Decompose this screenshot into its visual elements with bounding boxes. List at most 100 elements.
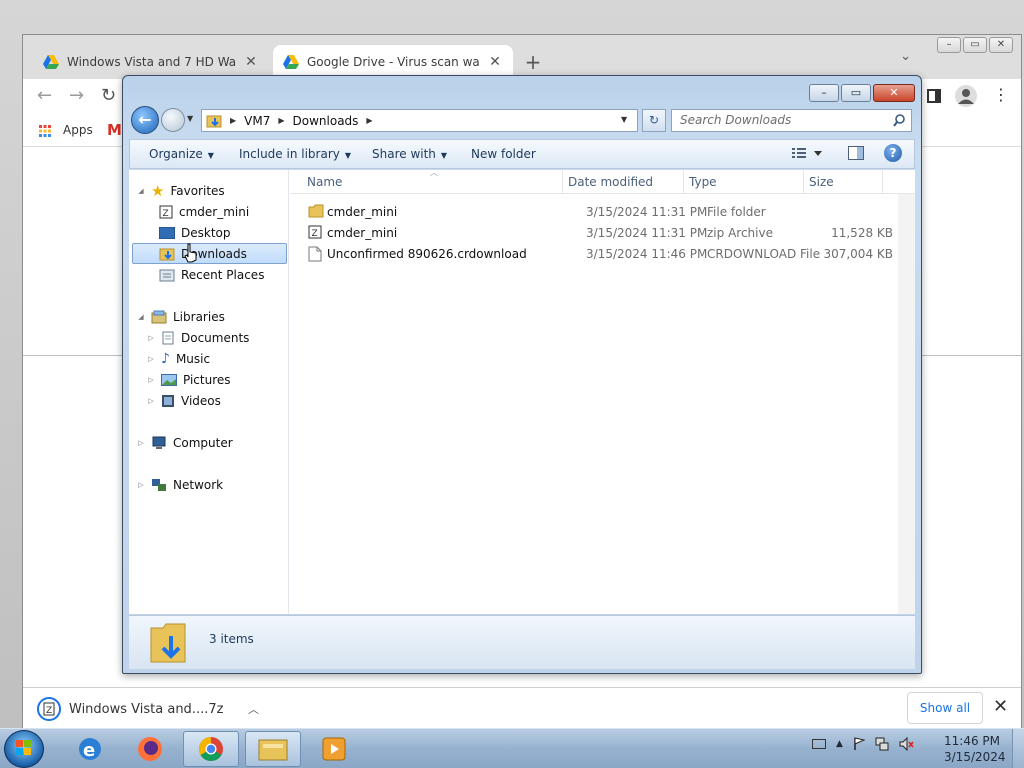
include-in-library-menu[interactable]: Include in library ▼: [239, 147, 351, 161]
videos-icon: [161, 394, 175, 408]
forward-arrow-icon[interactable]: →: [69, 85, 84, 106]
network-tray-icon[interactable]: [875, 737, 889, 751]
search-input[interactable]: Search Downloads: [671, 109, 912, 132]
file-row[interactable]: Z cmder_mini 3/15/2024 11:31 PM zip Arch…: [308, 223, 908, 244]
download-bar: Z Windows Vista and....7z ︿ Show all ✕: [23, 687, 1021, 729]
share-with-menu[interactable]: Share with ▼: [372, 147, 447, 161]
collapse-triangle-icon[interactable]: ◢: [137, 187, 145, 195]
media-player-icon[interactable]: [306, 731, 362, 767]
file-explorer-icon[interactable]: [245, 731, 301, 767]
search-icon[interactable]: [893, 114, 906, 127]
maximize-button[interactable]: ▭: [841, 84, 871, 102]
side-panel-icon[interactable]: [927, 89, 941, 103]
close-tab-icon[interactable]: ✕: [243, 54, 259, 70]
volume-muted-icon[interactable]: [899, 737, 915, 751]
close-button[interactable]: ✕: [873, 84, 915, 102]
new-tab-button[interactable]: +: [519, 49, 547, 77]
expand-triangle-icon[interactable]: ▷: [137, 439, 145, 447]
tab-search-chevron-icon[interactable]: ⌄: [900, 49, 911, 64]
expand-triangle-icon[interactable]: ▷: [147, 397, 155, 405]
google-drive-icon: [283, 55, 299, 69]
chrome-icon[interactable]: [183, 731, 239, 767]
file-row[interactable]: Unconfirmed 890626.crdownload 3/15/2024 …: [308, 244, 908, 265]
nav-label: Music: [175, 351, 211, 366]
column-divider[interactable]: [683, 170, 684, 194]
back-arrow-icon[interactable]: ←: [131, 106, 159, 134]
vertical-scrollbar[interactable]: [898, 194, 915, 614]
internet-explorer-icon[interactable]: e: [62, 731, 118, 767]
close-download-bar-icon[interactable]: ✕: [993, 696, 1008, 717]
download-item[interactable]: Z Windows Vista and....7z ︿: [37, 694, 259, 724]
preview-pane-icon[interactable]: [848, 146, 864, 160]
nav-item-desktop[interactable]: Desktop: [159, 222, 231, 243]
nav-favorites[interactable]: ◢ ★ Favorites: [137, 180, 224, 201]
file-row[interactable]: cmder_mini 3/15/2024 11:31 PM File folde…: [308, 202, 908, 223]
column-divider[interactable]: [882, 170, 883, 194]
view-options-icon[interactable]: [792, 146, 822, 160]
help-icon[interactable]: ?: [884, 144, 902, 162]
organize-label: Organize: [149, 147, 203, 161]
address-bar[interactable]: ▶ VM7 ▶ Downloads ▶: [201, 109, 638, 132]
file-name: Unconfirmed 890626.crdownload: [327, 247, 527, 261]
nav-item-music[interactable]: ▷ ♪ Music: [147, 348, 210, 369]
nav-item-videos[interactable]: ▷ Videos: [147, 390, 221, 411]
column-divider[interactable]: [562, 170, 563, 194]
show-desktop-button[interactable]: [1012, 729, 1024, 768]
chrome-tab-google-drive[interactable]: Google Drive - Virus scan warning ✕: [273, 45, 513, 79]
apps-bookmark[interactable]: Apps: [63, 123, 93, 137]
column-divider[interactable]: [803, 170, 804, 194]
address-history-dropdown-icon[interactable]: ▼: [621, 115, 627, 124]
column-header-name[interactable]: Name: [307, 175, 342, 189]
nav-label: Computer: [173, 435, 233, 450]
breadcrumb-downloads[interactable]: Downloads: [293, 114, 359, 128]
expand-triangle-icon[interactable]: ▷: [147, 376, 155, 384]
column-header-size[interactable]: Size: [809, 175, 834, 189]
chevron-up-icon[interactable]: ︿: [248, 701, 259, 717]
minimize-button[interactable]: –: [809, 84, 839, 102]
expand-triangle-icon[interactable]: ▷: [147, 355, 155, 363]
profile-avatar-icon[interactable]: [955, 85, 977, 107]
clock[interactable]: 11:46 PM 3/15/2024: [944, 733, 1006, 765]
breadcrumb-separator-icon[interactable]: ▶: [230, 116, 236, 125]
breadcrumb-vm7[interactable]: VM7: [244, 114, 270, 128]
refresh-icon[interactable]: ↻: [642, 109, 666, 132]
nav-item-documents[interactable]: ▷ Documents: [147, 327, 249, 348]
expand-triangle-icon[interactable]: ▷: [147, 334, 155, 342]
new-folder-button[interactable]: New folder: [471, 147, 536, 161]
reload-icon[interactable]: ↻: [101, 85, 116, 106]
collapse-triangle-icon[interactable]: ◢: [137, 313, 145, 321]
nav-item-recent-places[interactable]: Recent Places: [159, 264, 264, 285]
svg-text:e: e: [83, 740, 95, 761]
firefox-icon[interactable]: [122, 731, 178, 767]
breadcrumb-separator-icon[interactable]: ▶: [278, 116, 284, 125]
show-all-button[interactable]: Show all: [907, 692, 983, 724]
nav-computer[interactable]: ▷ Computer: [137, 432, 233, 453]
gmail-icon[interactable]: M: [107, 121, 122, 139]
nav-item-downloads[interactable]: Downloads: [132, 243, 287, 264]
start-button[interactable]: [4, 730, 44, 768]
forward-arrow-icon[interactable]: [161, 108, 185, 132]
back-arrow-icon[interactable]: ←: [37, 85, 52, 106]
minimize-button[interactable]: –: [937, 37, 961, 53]
recent-pages-dropdown-icon[interactable]: ▼: [187, 114, 193, 123]
maximize-button[interactable]: ▭: [963, 37, 987, 53]
nav-item-pictures[interactable]: ▷ Pictures: [147, 369, 231, 390]
column-header-date-modified[interactable]: Date modified: [568, 175, 653, 189]
nav-item-cmder-mini[interactable]: Z cmder_mini: [159, 201, 249, 222]
menu-kebab-icon[interactable]: ⋮: [993, 85, 1009, 104]
organize-menu[interactable]: Organize ▼: [149, 147, 214, 161]
breadcrumb-separator-icon[interactable]: ▶: [366, 116, 372, 125]
show-hidden-icons-icon[interactable]: ▲: [836, 739, 843, 749]
chrome-tab-wallpapers[interactable]: Windows Vista and 7 HD Wallpapers ✕: [33, 45, 269, 79]
archive-icon: Z: [308, 225, 322, 239]
action-center-flag-icon[interactable]: [853, 737, 865, 751]
close-tab-icon[interactable]: ✕: [487, 54, 503, 70]
nav-network[interactable]: ▷ Network: [137, 474, 223, 495]
keyboard-icon[interactable]: [812, 739, 826, 749]
expand-triangle-icon[interactable]: ▷: [137, 481, 145, 489]
nav-label: Pictures: [183, 372, 231, 387]
column-header-type[interactable]: Type: [689, 175, 717, 189]
close-button[interactable]: ✕: [989, 37, 1013, 53]
nav-libraries[interactable]: ◢ Libraries: [137, 306, 225, 327]
explorer-window: – ▭ ✕ ← ▼ ▶ VM7 ▶ Downloads ▶ ▼ ↻ Search…: [122, 75, 922, 674]
